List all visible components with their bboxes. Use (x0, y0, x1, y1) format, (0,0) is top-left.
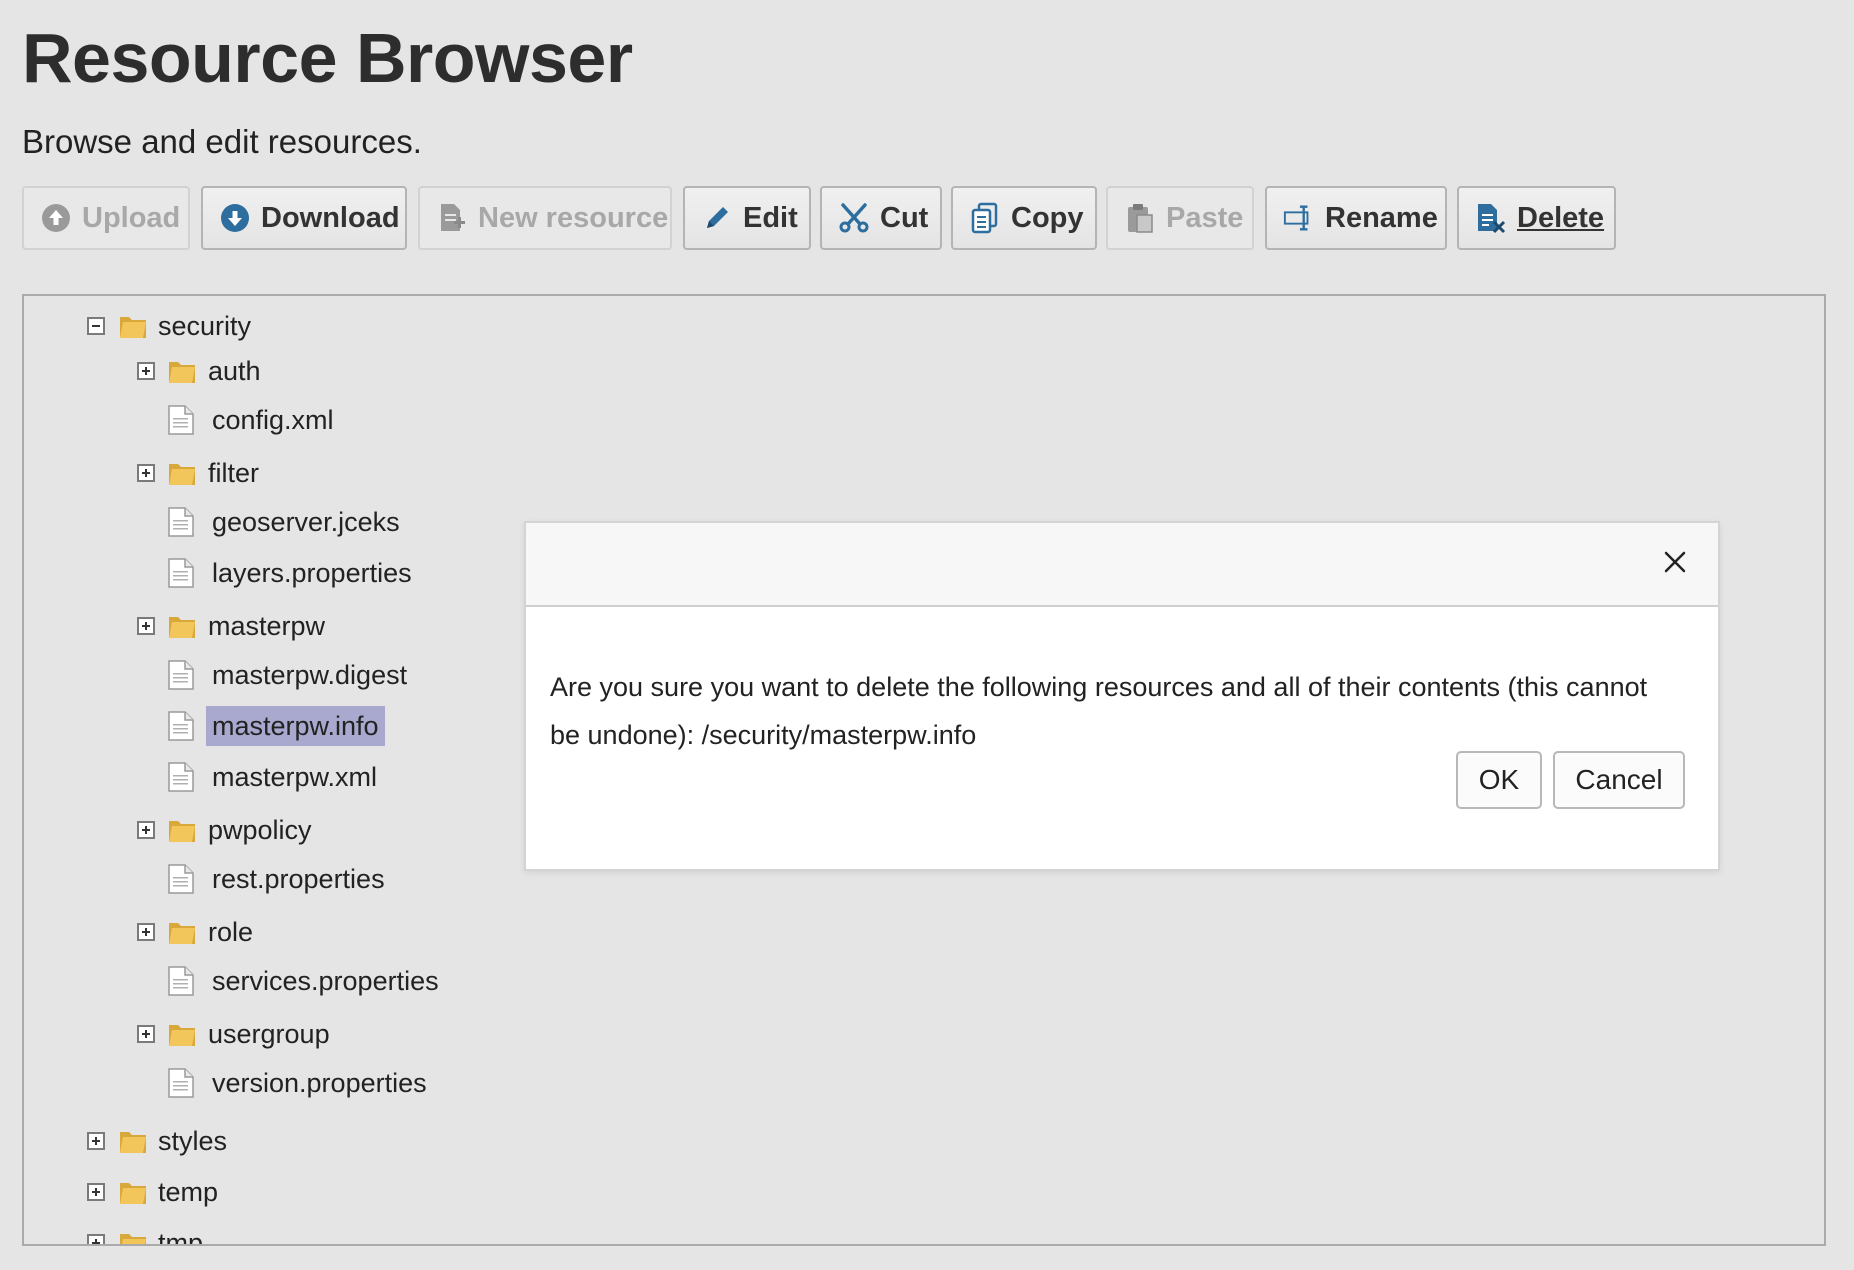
folder-icon (169, 821, 195, 842)
expand-toggle-icon[interactable] (87, 1234, 105, 1244)
delete-label: Delete (1517, 201, 1605, 234)
expand-toggle-icon[interactable] (137, 821, 155, 839)
download-label: Download (261, 201, 400, 234)
folder-icon (120, 317, 146, 338)
tree-label: usergroup (208, 1019, 330, 1049)
new-resource-button[interactable]: New resource (418, 186, 672, 250)
copy-label: Copy (1011, 201, 1084, 234)
expand-toggle-icon[interactable] (137, 1025, 155, 1043)
tree-label: geoserver.jceks (212, 507, 400, 537)
copy-button[interactable]: Copy (951, 186, 1097, 250)
tree-label: role (208, 917, 254, 947)
folder-icon (120, 1234, 146, 1244)
expand-toggle-icon[interactable] (87, 1183, 105, 1201)
folder-icon (169, 464, 195, 485)
tree-label: version.properties (212, 1068, 427, 1098)
ok-button[interactable]: OK (1456, 751, 1542, 809)
folder-icon (169, 923, 195, 944)
file-icon (168, 711, 194, 741)
collapse-toggle-icon[interactable] (87, 317, 105, 335)
folder-icon (120, 1183, 146, 1204)
paste-label: Paste (1166, 201, 1244, 234)
file-icon (168, 1068, 194, 1098)
file-icon (168, 405, 194, 435)
edit-label: Edit (743, 201, 798, 234)
tree-label: masterpw (208, 611, 326, 641)
paste-button[interactable]: Paste (1106, 186, 1254, 250)
upload-circle-icon (40, 202, 72, 234)
tree-label: temp (158, 1177, 219, 1207)
page-title: Resource Browser (22, 19, 633, 97)
tree-label: tmp (158, 1228, 204, 1246)
cut-label: Cut (880, 201, 929, 234)
tree-label: styles (158, 1126, 228, 1156)
file-icon (168, 660, 194, 690)
page-subtitle: Browse and edit resources. (22, 123, 422, 160)
tree-label: rest.properties (212, 864, 385, 894)
tree-label: pwpolicy (208, 815, 312, 845)
file-icon (168, 966, 194, 996)
delete-button[interactable]: Delete (1457, 186, 1616, 250)
cancel-button[interactable]: Cancel (1553, 751, 1685, 809)
delete-confirm-dialog: Are you sure you want to delete the foll… (524, 521, 1720, 871)
tree-label: layers.properties (212, 558, 412, 588)
download-button[interactable]: Download (201, 186, 407, 250)
folder-icon (169, 362, 195, 383)
tree-label: masterpw.xml (212, 762, 378, 792)
dialog-header (526, 523, 1718, 607)
expand-toggle-icon[interactable] (137, 617, 155, 635)
download-circle-icon (219, 202, 251, 234)
edit-button[interactable]: Edit (683, 186, 811, 250)
clipboard-icon (1124, 202, 1156, 234)
dialog-message: Are you sure you want to delete the foll… (550, 672, 1648, 750)
tree-label: security (158, 311, 252, 341)
tree-label: auth (208, 356, 261, 386)
new-resource-label: New resource (478, 201, 669, 234)
upload-button[interactable]: Upload (22, 186, 190, 250)
file-icon (168, 864, 194, 894)
file-icon (168, 762, 194, 792)
upload-label: Upload (82, 201, 181, 234)
expand-toggle-icon[interactable] (137, 464, 155, 482)
cut-button[interactable]: Cut (820, 186, 942, 250)
copy-icon (969, 202, 1001, 234)
rename-label: Rename (1325, 201, 1438, 234)
folder-icon (169, 1025, 195, 1046)
close-icon[interactable] (1660, 547, 1690, 577)
delete-document-icon (1475, 202, 1507, 234)
folder-icon (120, 1132, 146, 1153)
scissors-icon (838, 202, 870, 234)
folder-icon (169, 617, 195, 638)
tree-label: config.xml (212, 405, 334, 435)
rename-button[interactable]: Rename (1265, 186, 1447, 250)
file-icon (168, 558, 194, 588)
rename-icon (1283, 202, 1315, 234)
pencil-icon (701, 202, 733, 234)
file-icon (168, 507, 194, 537)
expand-toggle-icon[interactable] (87, 1132, 105, 1150)
expand-toggle-icon[interactable] (137, 923, 155, 941)
expand-toggle-icon[interactable] (137, 362, 155, 380)
tree-label: filter (208, 458, 260, 488)
tree-label: masterpw.digest (212, 660, 408, 690)
tree-label-selected: masterpw.info (206, 706, 385, 746)
tree-label: services.properties (212, 966, 439, 996)
new-document-icon (436, 202, 468, 234)
